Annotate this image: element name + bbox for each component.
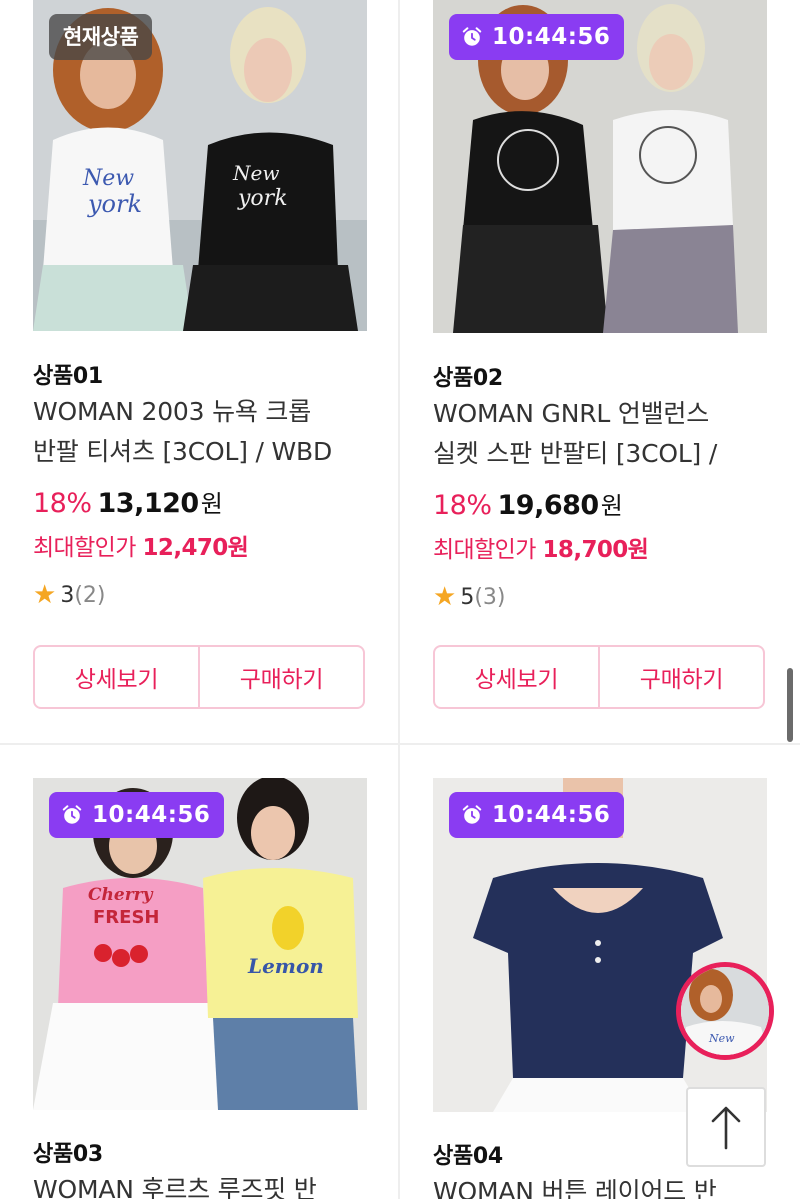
product-image[interactable]: New york New york 현재상품 <box>33 0 367 331</box>
shirt-print-text: New <box>708 1032 735 1045</box>
timer-text: 10:44:56 <box>492 802 611 828</box>
sale-price: 19,680 <box>497 490 600 521</box>
current-product-badge: 현재상품 <box>49 14 153 60</box>
review-count: (3) <box>474 584 506 610</box>
product-image[interactable]: 10:44:56 <box>433 0 767 333</box>
recent-product-thumbnail[interactable]: New <box>676 962 774 1060</box>
rating: ★ 3 (2) <box>33 580 105 610</box>
scrollbar[interactable] <box>787 668 793 742</box>
product-title-line[interactable]: 반팔 티셔츠 [3COL] / WBD <box>33 432 369 472</box>
max-discount-price: 최대할인가 12,470원 <box>33 528 249 562</box>
price-row: 18% 19,680 원 <box>433 486 623 521</box>
product-title-line[interactable]: WOMAN GNRL 언밸런스 <box>433 394 769 434</box>
detail-button[interactable]: 상세보기 <box>35 647 198 707</box>
max-discount-label: 최대할인가 <box>433 537 536 563</box>
timer-text: 10:44:56 <box>92 802 211 828</box>
shirt-print-text: FRESH <box>93 907 159 928</box>
product-title-line[interactable]: WOMAN 2003 뉴욕 크롭 <box>33 392 369 432</box>
timer-text: 10:44:56 <box>492 24 611 50</box>
max-discount-value: 18,700원 <box>542 537 649 563</box>
max-discount-value: 12,470원 <box>142 535 249 561</box>
product-title-line[interactable]: WOMAN 버튼 레이어드 반 <box>433 1172 769 1199</box>
shirt-print-text: Lemon <box>247 954 324 978</box>
star-icon: ★ <box>433 582 457 612</box>
buy-button[interactable]: 구매하기 <box>598 647 763 707</box>
timer-badge: 10:44:56 <box>449 792 625 838</box>
max-discount-label: 최대할인가 <box>33 535 136 561</box>
review-count: (2) <box>74 582 106 608</box>
action-buttons: 상세보기 구매하기 <box>433 645 765 709</box>
sale-price: 13,120 <box>97 488 200 519</box>
row-divider <box>0 743 800 745</box>
alarm-clock-icon <box>62 805 82 824</box>
shirt-print-text: york <box>237 186 288 211</box>
product-image[interactable]: 10:44:56 <box>433 778 767 1112</box>
action-buttons: 상세보기 구매하기 <box>33 645 365 709</box>
currency-unit: 원 <box>600 492 623 520</box>
rating-score: 3 <box>60 582 75 608</box>
currency-unit: 원 <box>200 490 223 518</box>
discount-rate: 18% <box>433 490 492 521</box>
buy-button[interactable]: 구매하기 <box>198 647 363 707</box>
shirt-print-text: New <box>82 166 134 191</box>
product-title-line[interactable]: 실켓 스판 반팔티 [3COL] / <box>433 434 769 474</box>
scroll-to-top-button[interactable] <box>686 1087 766 1167</box>
arrow-up-icon <box>711 1106 741 1150</box>
discount-rate: 18% <box>33 488 92 519</box>
rating-score: 5 <box>460 584 475 610</box>
shirt-print-text: New <box>232 161 279 185</box>
column-divider <box>398 0 400 1199</box>
product-name: 상품04 <box>433 1144 503 1169</box>
star-icon: ★ <box>33 580 57 610</box>
product-name: 상품03 <box>33 1142 103 1167</box>
shirt-print-text: Cherry <box>88 885 154 905</box>
product-name: 상품01 <box>33 364 103 389</box>
timer-badge: 10:44:56 <box>49 792 225 838</box>
price-row: 18% 13,120 원 <box>33 484 223 519</box>
alarm-clock-icon <box>462 27 482 46</box>
shirt-print-text: york <box>87 190 142 218</box>
product-image[interactable]: Cherry FRESH Lemon 10:44:56 <box>33 778 367 1110</box>
product-title-line[interactable]: WOMAN 후르츠 루즈핏 반 <box>33 1170 369 1199</box>
alarm-clock-icon <box>462 805 482 824</box>
rating: ★ 5 (3) <box>433 582 505 612</box>
detail-button[interactable]: 상세보기 <box>435 647 598 707</box>
product-name: 상품02 <box>433 366 503 391</box>
timer-badge: 10:44:56 <box>449 14 625 60</box>
max-discount-price: 최대할인가 18,700원 <box>433 530 649 564</box>
